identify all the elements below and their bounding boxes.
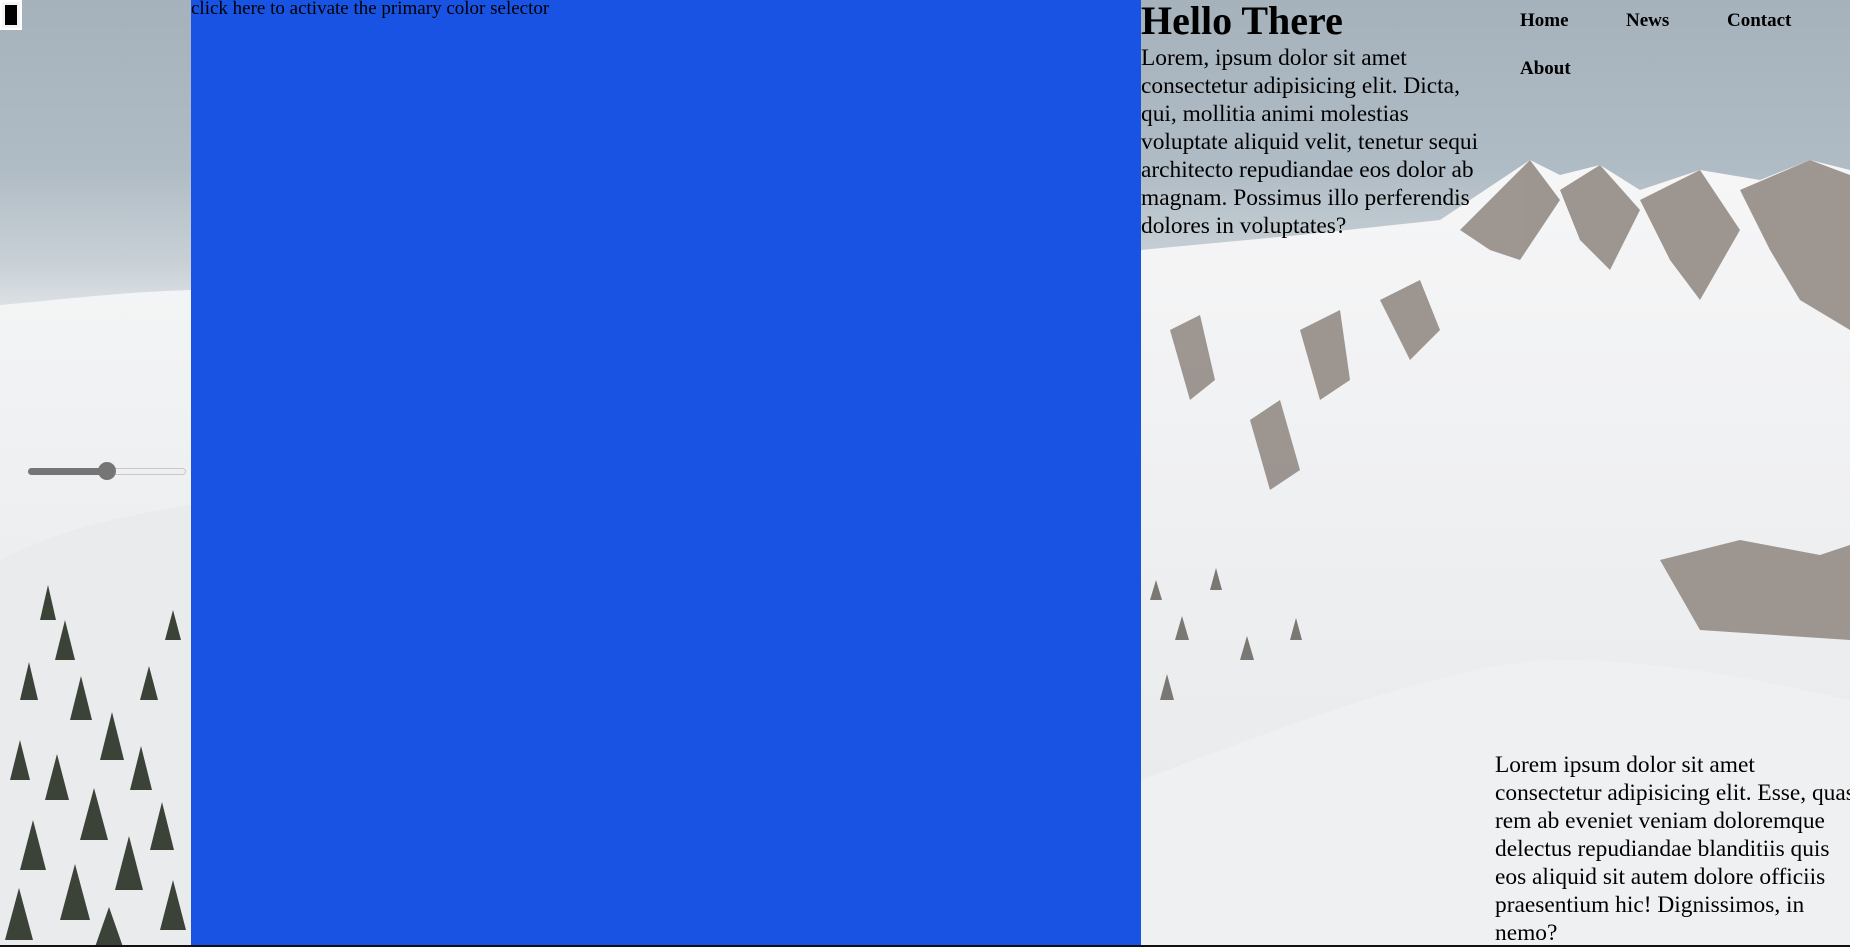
- main-nav: Home News Contact About: [1480, 0, 1850, 100]
- color-picker[interactable]: [0, 0, 22, 30]
- nav-link-contact[interactable]: Contact: [1727, 10, 1791, 32]
- lower-paragraph: Lorem ipsum dolor sit amet consectetur a…: [1495, 752, 1850, 946]
- range-slider[interactable]: [28, 462, 188, 480]
- activate-color-selector-text[interactable]: click here to activate the primary color…: [191, 0, 549, 20]
- slider-fill: [28, 468, 107, 475]
- primary-color-panel[interactable]: click here to activate the primary color…: [191, 0, 1141, 946]
- nav-link-news[interactable]: News: [1626, 10, 1669, 32]
- slider-thumb[interactable]: [98, 462, 116, 480]
- page-title: Hello There: [1141, 0, 1343, 43]
- intro-paragraph: Lorem, ipsum dolor sit amet consectetur …: [1141, 45, 1479, 239]
- nav-link-home[interactable]: Home: [1520, 10, 1569, 32]
- color-picker-swatch: [5, 5, 17, 25]
- nav-link-about[interactable]: About: [1520, 58, 1571, 80]
